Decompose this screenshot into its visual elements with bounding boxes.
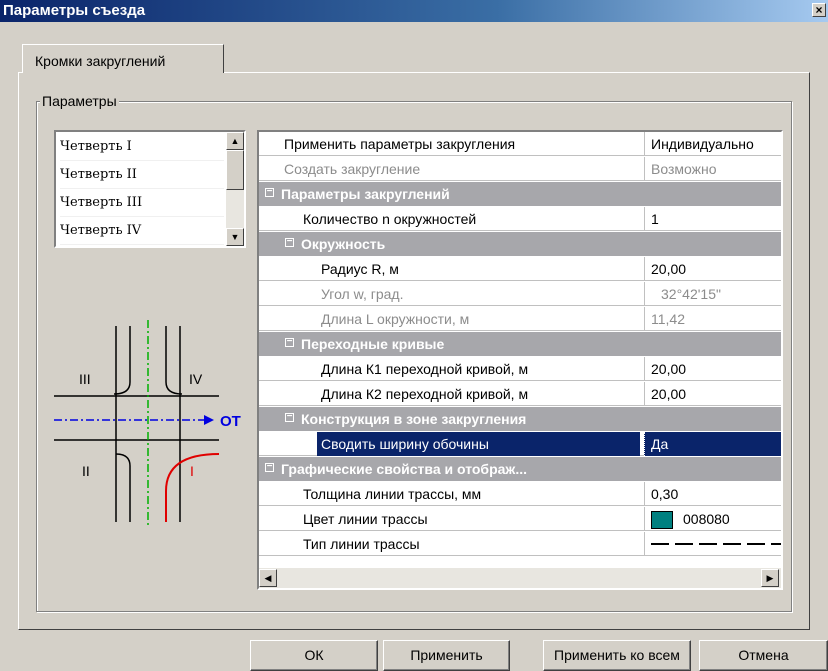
grid-h-scrollbar[interactable]: ◀ ▶ xyxy=(259,568,781,588)
section-transition-curves[interactable]: − Переходные кривые xyxy=(259,332,781,356)
list-item[interactable]: Четверть IV xyxy=(60,218,224,245)
prop-value[interactable]: Да xyxy=(644,432,781,456)
tab-rounding-edges[interactable]: Кромки закруглений xyxy=(22,44,224,73)
prop-name: Сводить ширину обочины xyxy=(317,432,640,456)
list-item[interactable]: Четверть III xyxy=(60,190,224,217)
list-item[interactable]: Четверть I xyxy=(60,134,224,161)
prop-line-color[interactable]: Цвет линии трассы 008080 xyxy=(259,507,781,531)
window-title: Параметры съезда xyxy=(3,2,146,19)
collapse-icon[interactable]: − xyxy=(265,462,274,472)
prop-circle-count[interactable]: Количество n окружностей 1 xyxy=(259,207,781,231)
prop-angle: Угол w, град. 32°42'15" xyxy=(259,282,781,306)
quarter-label-iv: IV xyxy=(189,371,203,387)
group-label: Параметры xyxy=(40,93,119,109)
prop-value: 32°42'15" xyxy=(644,282,781,306)
prop-value[interactable]: 0,30 xyxy=(644,482,781,506)
section-title: Переходные кривые xyxy=(301,336,445,352)
list-scrollbar[interactable]: ▲ ▼ xyxy=(226,132,244,246)
section-rounding-params[interactable]: − Параметры закруглений xyxy=(259,182,781,206)
collapse-icon[interactable]: − xyxy=(265,187,274,197)
scroll-down-icon[interactable]: ▼ xyxy=(226,228,244,246)
prop-value: 11,42 xyxy=(644,307,781,331)
prop-name: Толщина линии трассы, мм xyxy=(303,486,482,502)
quarter-listbox[interactable]: Четверть I Четверть II Четверть III Четв… xyxy=(54,130,246,248)
ok-button[interactable]: ОК xyxy=(250,640,378,671)
scroll-thumb[interactable] xyxy=(226,150,244,190)
prop-value[interactable]: 1 xyxy=(644,207,781,231)
collapse-icon[interactable]: − xyxy=(285,237,294,247)
list-item[interactable]: Четверть II xyxy=(60,162,224,189)
prop-value[interactable]: 20,00 xyxy=(644,382,781,406)
section-title: Окружность xyxy=(301,236,386,252)
prop-name: Цвет линии трассы xyxy=(303,511,428,527)
prop-value[interactable]: 20,00 xyxy=(644,257,781,281)
collapse-icon[interactable]: − xyxy=(285,337,294,347)
color-swatch xyxy=(651,511,673,530)
color-code: 008080 xyxy=(683,511,730,527)
prop-name: Угол w, град. xyxy=(321,286,404,302)
dashed-line-icon xyxy=(651,543,781,545)
apply-button[interactable]: Применить xyxy=(383,640,510,671)
prop-name: Длина L окружности, м xyxy=(321,311,470,327)
section-circle[interactable]: − Окружность xyxy=(259,232,781,256)
scroll-left-icon[interactable]: ◀ xyxy=(259,569,277,587)
prop-name: Радиус R, м xyxy=(321,261,399,277)
prop-name: Тип линии трассы xyxy=(303,536,420,552)
prop-name: Применить параметры закругления xyxy=(284,136,516,152)
property-grid[interactable]: Применить параметры закругления Индивиду… xyxy=(257,130,783,590)
scroll-up-icon[interactable]: ▲ xyxy=(226,132,244,150)
prop-value-color[interactable]: 008080 xyxy=(644,507,781,531)
section-title: Графические свойства и отображ... xyxy=(281,461,528,477)
collapse-icon[interactable]: − xyxy=(285,412,294,422)
prop-value-linetype[interactable] xyxy=(644,532,781,556)
prop-value[interactable]: 20,00 xyxy=(644,357,781,381)
title-bar: Параметры съезда × xyxy=(0,0,828,22)
prop-apply-params[interactable]: Применить параметры закругления Индивиду… xyxy=(259,132,781,156)
section-construction[interactable]: − Конструкция в зоне закругления xyxy=(259,407,781,431)
prop-circle-length: Длина L окружности, м 11,42 xyxy=(259,307,781,331)
section-graphic-props[interactable]: − Графические свойства и отображ... xyxy=(259,457,781,481)
intersection-diagram: III IV II I ОТ xyxy=(54,320,241,528)
quarter-label-iii: III xyxy=(79,371,91,387)
tab-label: Кромки закруглений xyxy=(35,53,166,69)
prop-value[interactable]: Индивидуально xyxy=(644,132,781,156)
close-icon[interactable]: × xyxy=(812,3,826,17)
prop-name: Длина К2 переходной кривой, м xyxy=(321,386,529,402)
section-title: Параметры закруглений xyxy=(281,186,450,202)
prop-name: Длина К1 переходной кривой, м xyxy=(321,361,529,377)
prop-shoulder-width[interactable]: Сводить ширину обочины Да xyxy=(259,432,781,456)
prop-k2-length[interactable]: Длина К2 переходной кривой, м 20,00 xyxy=(259,382,781,406)
prop-value: Возможно xyxy=(644,157,781,181)
section-title: Конструкция в зоне закругления xyxy=(301,411,527,427)
prop-name: Количество n окружностей xyxy=(303,211,477,227)
axis-label: ОТ xyxy=(220,413,241,430)
prop-name: Создать закругление xyxy=(284,161,421,177)
quarter-label-ii: II xyxy=(82,463,90,479)
prop-radius[interactable]: Радиус R, м 20,00 xyxy=(259,257,781,281)
prop-line-type[interactable]: Тип линии трассы xyxy=(259,532,781,556)
prop-k1-length[interactable]: Длина К1 переходной кривой, м 20,00 xyxy=(259,357,781,381)
quarter-label-i: I xyxy=(190,463,194,479)
scroll-right-icon[interactable]: ▶ xyxy=(761,569,779,587)
cancel-button[interactable]: Отмена xyxy=(699,640,828,671)
prop-create-rounding: Создать закругление Возможно xyxy=(259,157,781,181)
prop-line-thickness[interactable]: Толщина линии трассы, мм 0,30 xyxy=(259,482,781,506)
apply-all-button[interactable]: Применить ко всем xyxy=(543,640,691,671)
